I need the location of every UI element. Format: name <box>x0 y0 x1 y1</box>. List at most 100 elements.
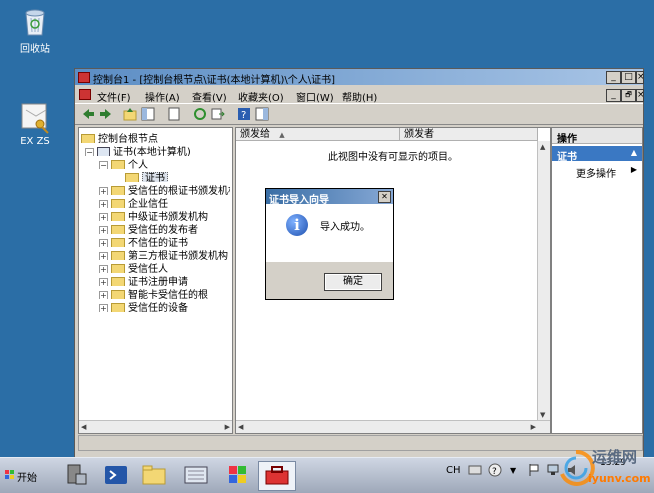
folder-icon <box>111 198 125 208</box>
back-arrow-icon[interactable] <box>81 107 95 121</box>
console-menu-icon[interactable] <box>79 89 91 100</box>
close-button[interactable]: × <box>636 71 644 84</box>
language-indicator[interactable]: CH <box>446 465 461 476</box>
ok-button[interactable]: 确定 <box>324 273 382 291</box>
window-title: 控制台1 - [控制台根节点\证书(本地计算机)\个人\证书] <box>93 75 336 86</box>
taskbar-server-manager[interactable] <box>62 462 90 488</box>
tree-node-root[interactable]: 控制台根节点 <box>81 130 158 143</box>
collapse-icon[interactable]: − <box>99 160 108 169</box>
flag-icon[interactable] <box>528 463 540 477</box>
taskbar-app-grid[interactable] <box>182 462 210 488</box>
menu-action[interactable]: 操作(A) <box>145 89 180 104</box>
help-tray-icon[interactable]: ? <box>488 463 502 477</box>
list-horizontal-scrollbar[interactable]: ◀ ▶ <box>236 420 550 433</box>
window-titlebar[interactable]: 控制台1 - [控制台根节点\证书(本地计算机)\个人\证书] _ □ × <box>75 69 644 86</box>
list-vertical-scrollbar[interactable]: ▲ ▼ <box>537 141 550 421</box>
taskbar-explorer[interactable] <box>140 462 168 488</box>
scroll-left-icon[interactable]: ◀ <box>238 423 243 431</box>
maximize-button[interactable]: □ <box>621 71 636 84</box>
folder-icon <box>81 133 95 143</box>
start-button[interactable]: 开始 <box>2 464 42 486</box>
tree-node[interactable]: + 中级证书颁发机构 <box>99 208 208 221</box>
windows-logo-icon <box>5 470 14 479</box>
menu-file[interactable]: 文件(F) <box>97 89 131 104</box>
dialog-titlebar[interactable]: 证书导入向导 ✕ <box>266 189 393 206</box>
menu-view[interactable]: 查看(V) <box>192 89 227 104</box>
menu-window[interactable]: 窗口(W) <box>296 89 334 104</box>
scroll-left-icon[interactable]: ◀ <box>81 423 86 431</box>
expand-icon[interactable]: + <box>99 290 108 299</box>
help-icon[interactable]: ? <box>237 107 251 121</box>
expand-icon[interactable]: + <box>99 264 108 273</box>
desktop-icon-recycle-bin[interactable]: 回收站 <box>10 4 60 55</box>
tray-expand-icon[interactable]: ▼ <box>510 466 516 475</box>
tree-node[interactable]: + 第三方根证书颁发机构 <box>99 247 230 260</box>
tree-node[interactable]: + 证书注册申请 <box>99 273 188 286</box>
expand-icon[interactable]: + <box>99 186 108 195</box>
tree-node-cert-store[interactable]: − 证书(本地计算机) <box>85 143 191 156</box>
properties-icon[interactable] <box>167 107 181 121</box>
start-label: 开始 <box>17 473 37 484</box>
actions-section-certificates[interactable]: 证书 ▲ <box>552 146 642 163</box>
refresh-icon[interactable] <box>193 107 207 121</box>
tree-node[interactable]: + 受信任的发布者 <box>99 221 198 234</box>
expand-icon[interactable]: + <box>99 238 108 247</box>
collapse-icon[interactable]: − <box>85 147 94 156</box>
tree-node-label: 企业信任 <box>128 199 168 208</box>
tree-node[interactable]: + 受信任的根证书颁发机构 <box>99 182 230 195</box>
folder-icon <box>111 237 125 247</box>
scroll-right-icon[interactable]: ▶ <box>531 423 536 431</box>
expand-icon[interactable]: + <box>99 225 108 234</box>
column-header-issued-to[interactable]: 颁发给 ▲ <box>236 128 400 141</box>
up-folder-icon[interactable] <box>123 107 137 121</box>
inner-restore-button[interactable]: 🗗 <box>621 89 636 102</box>
menu-favorites[interactable]: 收藏夹(O) <box>238 89 284 104</box>
sort-ascending-icon: ▲ <box>279 131 285 139</box>
scroll-right-icon[interactable]: ▶ <box>225 423 230 431</box>
scroll-down-icon[interactable]: ▼ <box>540 411 545 419</box>
tree-node-personal[interactable]: − 个人 <box>99 156 148 169</box>
tree-horizontal-scrollbar[interactable]: ◀ ▶ <box>79 420 232 433</box>
inner-close-button[interactable]: × <box>636 89 644 102</box>
ime-icon[interactable] <box>468 463 482 477</box>
expand-icon[interactable]: + <box>99 277 108 286</box>
show-hide-tree-icon[interactable] <box>141 107 155 121</box>
tree-node[interactable]: + 受信任的设备 <box>99 299 188 312</box>
console-tree: 控制台根节点 − 证书(本地计算机) − 个人 证书 + 受信任的根证书颁发机构 + 企… <box>78 127 233 434</box>
tree-node-label: 证书 <box>142 172 168 182</box>
submenu-arrow-icon: ▶ <box>630 165 637 174</box>
expand-icon[interactable]: + <box>99 251 108 260</box>
more-actions-item[interactable]: 更多操作 ▶ <box>552 164 642 180</box>
folder-icon <box>111 159 125 169</box>
export-list-icon[interactable] <box>211 107 225 121</box>
collapse-arrow-icon[interactable]: ▲ <box>631 148 637 157</box>
tree-node[interactable]: + 企业信任 <box>99 195 168 208</box>
folder-explorer-icon <box>142 465 166 485</box>
column-header-issued-by[interactable]: 颁发者 <box>400 128 538 141</box>
expand-icon[interactable]: + <box>99 212 108 221</box>
information-icon: i <box>286 214 308 236</box>
taskbar: 开始 CH ? ▼ 13:29 运维网 iyunv.com <box>0 448 654 493</box>
tree-node[interactable]: + 不信任的证书 <box>99 234 188 247</box>
dialog-close-button[interactable]: ✕ <box>378 191 391 203</box>
folder-icon <box>111 276 125 286</box>
taskbar-mmc-active[interactable] <box>258 461 296 491</box>
tree-node[interactable]: + 智能卡受信任的根 <box>99 286 208 299</box>
menu-help[interactable]: 帮助(H) <box>342 89 377 104</box>
actions-pane: 操作 证书 ▲ 更多操作 ▶ <box>551 127 643 434</box>
taskbar-powershell[interactable] <box>102 462 130 488</box>
tree-node-label: 第三方根证书颁发机构 <box>128 251 228 260</box>
scroll-up-icon[interactable]: ▲ <box>540 143 545 151</box>
action-pane-toggle-icon[interactable] <box>255 107 269 121</box>
tree-node[interactable]: + 受信任人 <box>99 260 168 273</box>
expand-icon[interactable]: + <box>99 303 108 312</box>
minimize-button[interactable]: _ <box>606 71 621 84</box>
folder-icon <box>111 185 125 195</box>
tree-node-certificates-selected[interactable]: 证书 <box>125 169 168 182</box>
forward-arrow-icon[interactable] <box>99 107 113 121</box>
desktop-icon-certificate[interactable]: EX ZS <box>10 100 60 147</box>
expand-icon[interactable]: + <box>99 199 108 208</box>
inner-minimize-button[interactable]: _ <box>606 89 621 102</box>
watermark-url: iyunv.com <box>588 472 651 485</box>
taskbar-windows-app[interactable] <box>224 462 252 488</box>
